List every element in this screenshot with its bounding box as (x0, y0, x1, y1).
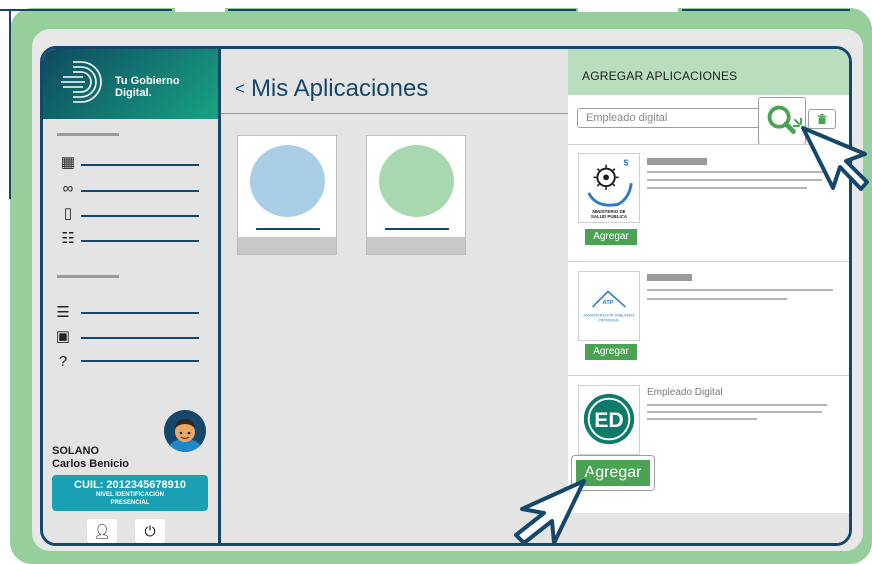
logo-caption: SALUD PÚBLICA (591, 213, 628, 219)
frame-edge (682, 9, 850, 11)
app-logo (379, 145, 454, 217)
user-first-name: Carlos Benicio (52, 458, 130, 470)
door-icon[interactable]: ▯ (59, 206, 77, 222)
menu-item-line[interactable] (81, 337, 199, 339)
frame-notch (175, 0, 225, 12)
result-text-placeholder (647, 187, 807, 189)
app-name-placeholder (385, 228, 449, 230)
search-input[interactable] (577, 108, 767, 128)
menu-item-line[interactable] (81, 190, 199, 192)
frame-edge (228, 9, 576, 11)
cursor-pointer-icon (793, 118, 869, 191)
grid-icon[interactable]: ▦ (59, 155, 77, 171)
result-divider (568, 375, 849, 376)
brand-line-1: Tu Gobierno (115, 75, 180, 87)
user-last-name: SOLANO (52, 445, 100, 457)
cuil-badge: CUIL: 2012345678910 NIVEL IDENTIFICACIÓN… (52, 475, 208, 511)
employee-digital-icon: ED (583, 393, 635, 445)
user-settings-icon: 👤︎ (93, 523, 111, 539)
result-text-placeholder (647, 418, 757, 420)
menu-item-line[interactable] (81, 240, 199, 242)
health-ministry-icon: $ MINISTERIO DE SALUD PÚBLICA (587, 158, 633, 219)
brand-header: Tu Gobierno Digital. (43, 49, 218, 119)
menu-item-line[interactable] (81, 360, 199, 362)
receipt-icon[interactable]: ☰ (54, 305, 72, 321)
result-divider (568, 261, 849, 262)
brand-name: Tu Gobierno Digital. (115, 75, 180, 99)
main-content: < Mis Aplicaciones (221, 49, 568, 543)
atp-logo: ATP ADMINISTRACIÓN TRIBUTARIA PROVINCIAL (578, 271, 640, 341)
menu-item-line[interactable] (81, 215, 199, 217)
panel-footer (568, 513, 849, 543)
back-button[interactable]: < (235, 79, 245, 98)
app-card[interactable] (366, 135, 466, 255)
app-card[interactable] (237, 135, 337, 255)
menu-item-line[interactable] (81, 312, 199, 314)
sidebar: Tu Gobierno Digital. ▦ ∞ ▯ ☷ ☰ ▣ ? SOLAN… (43, 49, 221, 543)
app-name-placeholder (256, 228, 320, 230)
svg-text:$: $ (624, 158, 629, 168)
result-title-placeholder (647, 158, 707, 165)
result-text-placeholder (647, 289, 833, 291)
frame-notch (578, 0, 678, 12)
panel-title: AGREGAR APLICACIONES (582, 69, 738, 83)
document-icon[interactable]: ☷ (59, 231, 77, 247)
avatar[interactable] (164, 410, 206, 452)
page-title-text: Mis Aplicaciones (250, 75, 429, 102)
app-card-footer (238, 237, 336, 254)
cursor-pointer-icon (514, 473, 596, 545)
menu-item-line[interactable] (81, 164, 199, 166)
tax-agency-icon: ATP ADMINISTRACIÓN TRIBUTARIA PROVINCIAL (583, 290, 635, 322)
app-screen: Tu Gobierno Digital. ▦ ∞ ▯ ☷ ☰ ▣ ? SOLAN… (40, 46, 852, 546)
link-icon[interactable]: ∞ (59, 181, 77, 197)
brand-line-2: Digital. (115, 87, 152, 99)
logo-badge: ATP (602, 300, 613, 306)
empleado-digital-logo: ED (578, 385, 640, 455)
app-card-footer (367, 237, 465, 254)
result-text-placeholder (647, 411, 822, 413)
frame-edge (9, 9, 11, 199)
logo-caption: PROVINCIAL (598, 318, 619, 322)
panel-header: AGREGAR APLICACIONES (568, 49, 849, 95)
logo-caption: ADMINISTRACIÓN TRIBUTARIA (583, 313, 635, 318)
add-app-button[interactable]: Agregar (585, 344, 637, 360)
result-text-placeholder (647, 298, 787, 300)
section-divider (57, 275, 119, 278)
identification-level: NIVEL IDENTIFICACIÓN (96, 492, 164, 498)
logo-initials: ED (594, 408, 624, 432)
add-app-button[interactable]: Agregar (585, 229, 637, 245)
user-avatar-icon (164, 410, 206, 452)
logout-button[interactable]: ⏻ (135, 519, 165, 543)
user-settings-button[interactable]: 👤︎ (87, 519, 117, 543)
result-name: Empleado Digital (647, 387, 723, 398)
page-title: < Mis Aplicaciones (235, 75, 428, 103)
frame-edge (0, 9, 172, 11)
section-divider (57, 133, 119, 136)
result-title-placeholder (647, 274, 692, 281)
app-logo (250, 145, 325, 217)
result-text-placeholder (647, 404, 827, 406)
power-icon: ⏻ (144, 523, 156, 539)
question-icon[interactable]: ? (54, 354, 72, 370)
title-divider (221, 113, 568, 114)
book-info-icon[interactable]: ▣ (54, 329, 72, 345)
cuil-number: CUIL: 2012345678910 (74, 479, 186, 491)
ministerio-salud-logo: $ MINISTERIO DE SALUD PÚBLICA (578, 153, 640, 223)
brand-logo-icon (61, 61, 102, 103)
identification-level-value: PRESENCIAL (110, 500, 150, 506)
